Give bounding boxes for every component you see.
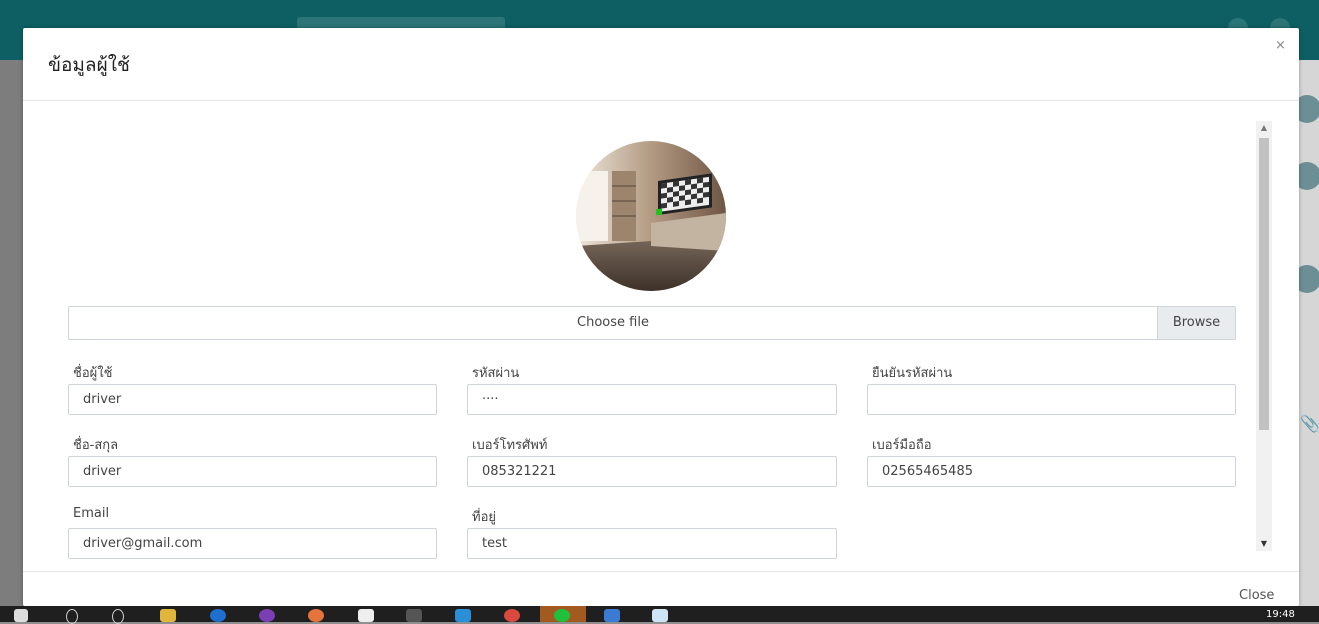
windows-start-icon[interactable] xyxy=(14,609,28,622)
fullname-label: ชื่อ-สกุล xyxy=(73,438,119,453)
modal-header: ข้อมูลผู้ใช้ × xyxy=(23,28,1299,101)
address-label: ที่อยู่ xyxy=(472,510,496,525)
address-field[interactable]: test xyxy=(467,528,837,559)
phone-field[interactable]: 085321221 xyxy=(467,456,837,487)
close-button[interactable]: Close xyxy=(1239,588,1274,603)
password-field[interactable]: ···· xyxy=(467,384,837,415)
terminal-icon[interactable] xyxy=(406,609,422,622)
email-field[interactable]: driver@gmail.com xyxy=(68,528,437,559)
modal-scrollbar[interactable]: ▲ ▼ xyxy=(1256,121,1272,551)
fullname-field[interactable]: driver xyxy=(68,456,437,487)
user-info-modal: ข้อมูลผู้ใช้ × Choose file Browse ชื่อผู… xyxy=(23,28,1299,606)
username-label: ชื่อผู้ใช้ xyxy=(73,366,113,381)
password-label: รหัสผ่าน xyxy=(472,366,520,381)
mobile-label: เบอร์มือถือ xyxy=(872,438,932,453)
profile-photo xyxy=(576,141,726,291)
email-label: Email xyxy=(73,506,110,521)
vscode-icon[interactable] xyxy=(455,609,471,622)
file-explorer-icon[interactable] xyxy=(160,609,176,622)
mobile-field[interactable]: 02565465485 xyxy=(867,456,1236,487)
close-icon[interactable]: × xyxy=(1275,38,1286,53)
file-upload[interactable]: Choose file Browse xyxy=(68,306,1236,340)
browse-button[interactable]: Browse xyxy=(1157,307,1235,339)
paperclip-icon: 📎 xyxy=(1300,414,1319,433)
confirm-password-field[interactable] xyxy=(867,384,1236,415)
line-icon xyxy=(554,609,570,622)
modal-title: ข้อมูลผู้ใช้ xyxy=(48,54,130,76)
app-icon[interactable] xyxy=(259,609,275,622)
scroll-thumb[interactable] xyxy=(1259,138,1269,430)
document-icon[interactable] xyxy=(652,609,668,622)
scroll-down-arrow-icon[interactable]: ▼ xyxy=(1256,539,1272,549)
app-icon[interactable] xyxy=(604,609,620,622)
taskbar-clock[interactable]: 19:48 xyxy=(1266,609,1295,620)
phone-label: เบอร์โทรศัพท์ xyxy=(472,438,548,453)
taskbar: 19:48 xyxy=(0,606,1319,624)
scroll-up-arrow-icon[interactable]: ▲ xyxy=(1256,123,1272,133)
modal-footer: Close xyxy=(23,571,1299,607)
chrome-icon[interactable] xyxy=(504,609,520,622)
app-icon[interactable] xyxy=(308,609,324,622)
avatar xyxy=(576,141,726,291)
modal-body: Choose file Browse ชื่อผู้ใช้ driver รหั… xyxy=(23,101,1299,571)
app-icon[interactable] xyxy=(358,609,374,622)
username-field[interactable]: driver xyxy=(68,384,437,415)
confirm-password-label: ยืนยันรหัสผ่าน xyxy=(872,366,953,381)
edge-icon[interactable] xyxy=(210,609,226,622)
file-upload-label[interactable]: Choose file xyxy=(69,307,1157,339)
